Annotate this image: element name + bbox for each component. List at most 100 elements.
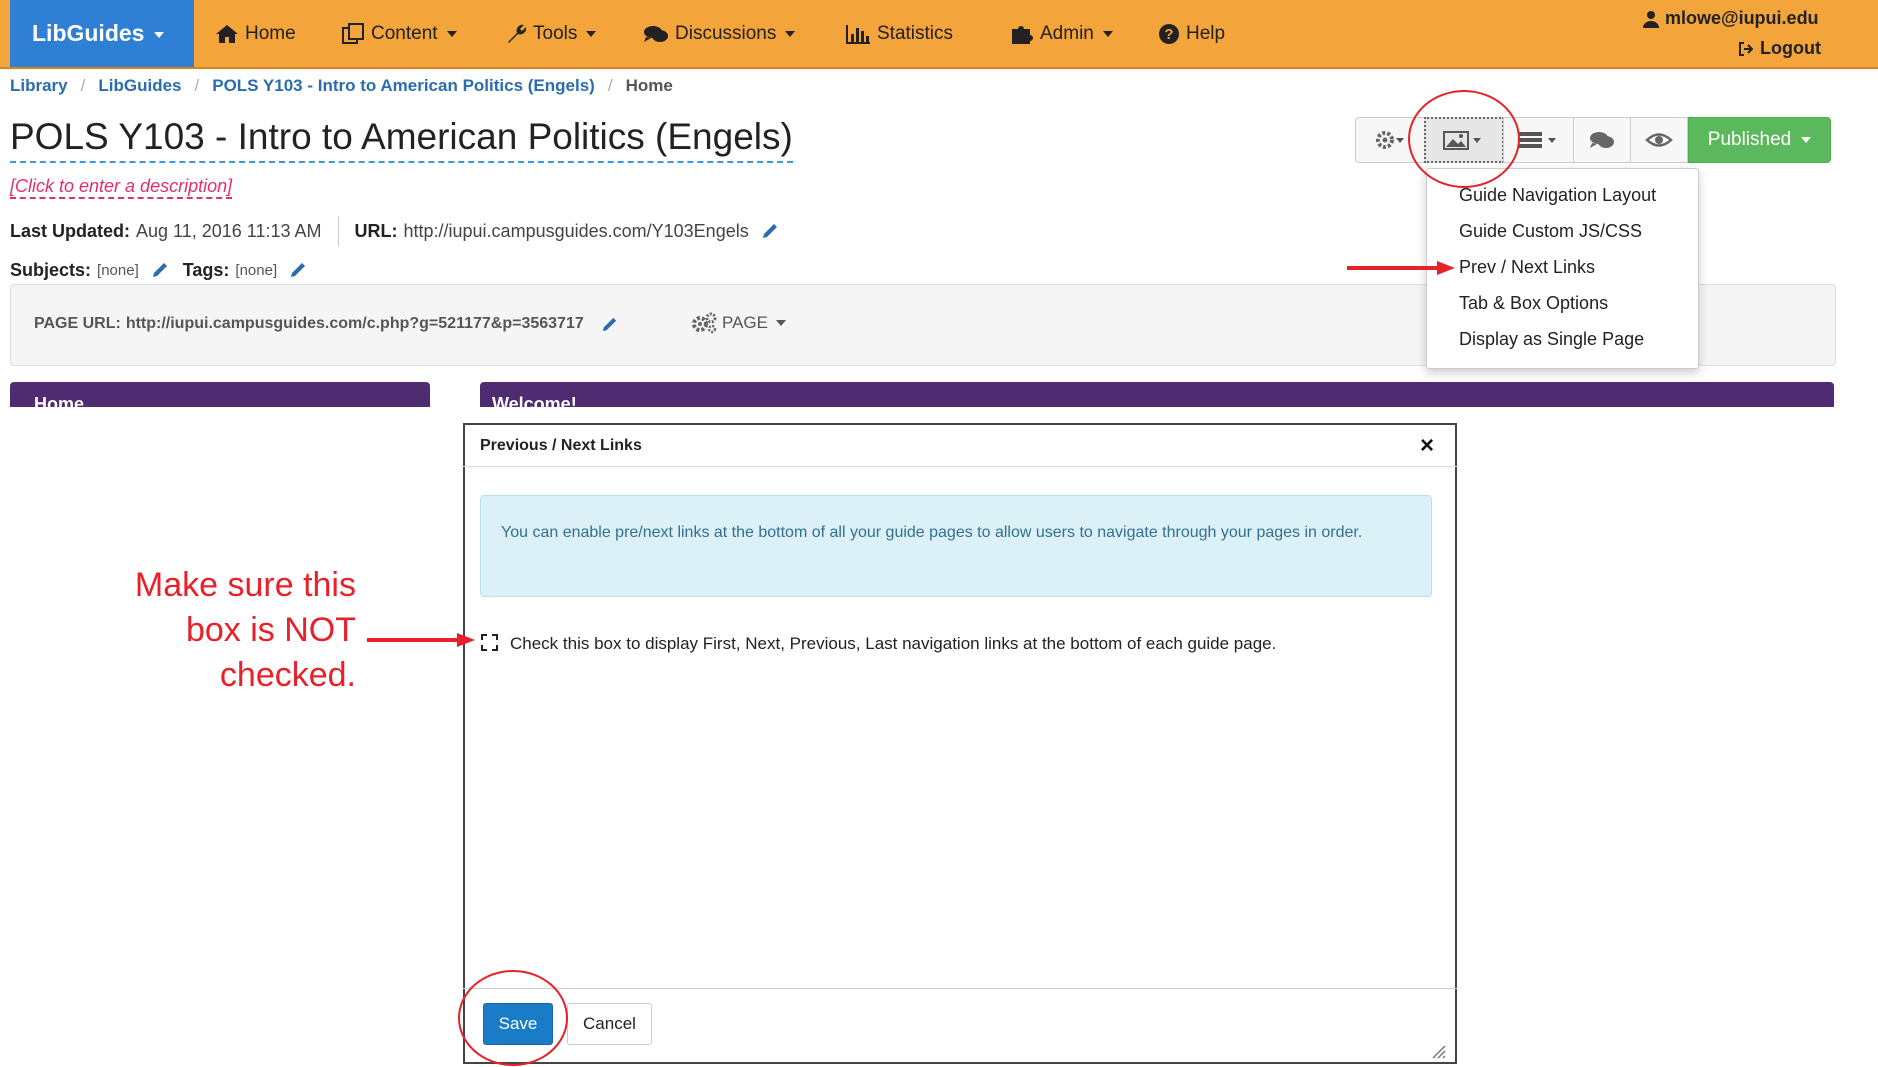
brand-label: LibGuides (32, 20, 145, 46)
logout-link[interactable]: Logout (1738, 38, 1821, 59)
modal-footer-divider (463, 988, 1457, 989)
menu-item-guide-custom-js-css[interactable]: Guide Custom JS/CSS (1459, 221, 1642, 242)
cancel-button[interactable]: Cancel (567, 1003, 652, 1045)
libguides-menu-button[interactable]: LibGuides (10, 0, 194, 67)
nav-home[interactable]: Home (215, 0, 296, 67)
tags-label: Tags: (182, 259, 230, 280)
list-icon (1517, 132, 1556, 148)
nav-home-label: Home (245, 23, 296, 44)
breadcrumb-libguides[interactable]: LibGuides (98, 76, 181, 96)
last-updated-label: Last Updated: (10, 220, 131, 241)
left-box-header: Home (10, 382, 430, 407)
page-url-row: PAGE URL: http://iupui.campusguides.com/… (34, 315, 618, 333)
nav-links-checkbox-label[interactable]: Check this box to display First, Next, P… (510, 634, 1276, 654)
published-label: Published (1707, 129, 1792, 150)
svg-text:?: ? (1164, 26, 1173, 43)
chevron-down-icon (775, 320, 786, 326)
annotation-line: box is NOT (185, 611, 356, 649)
content-icon (342, 22, 364, 44)
edit-page-url-pencil-icon[interactable] (601, 316, 618, 333)
comments-icon (1590, 132, 1614, 148)
nav-links-checkbox[interactable] (481, 634, 498, 651)
nav-discussions[interactable]: Discussions (643, 0, 796, 67)
help-icon: ? (1159, 23, 1179, 44)
edit-tags-pencil-icon[interactable] (289, 261, 307, 279)
last-updated-value: Aug 11, 2016 11:13 AM (136, 220, 322, 241)
annotation-note: Make sure this box is NOT checked. (100, 563, 356, 698)
guide-preview-button[interactable] (1630, 117, 1688, 163)
guide-discussion-button[interactable] (1573, 117, 1631, 163)
annotation-arrow-checkbox-icon (367, 633, 475, 647)
menu-item-guide-navigation-layout[interactable]: Guide Navigation Layout (1459, 185, 1656, 206)
logout-label: Logout (1760, 38, 1821, 58)
nav-discussions-label: Discussions (675, 23, 777, 44)
nav-tools[interactable]: Tools (505, 0, 597, 67)
chevron-down-icon (1102, 30, 1113, 37)
gears-icon (692, 312, 717, 334)
annotation-arrow-prev-next-icon (1347, 261, 1455, 275)
breadcrumb: Library / LibGuides / POLS Y103 - Intro … (10, 76, 673, 96)
nav-admin[interactable]: Admin (1010, 0, 1113, 67)
breadcrumb-separator: / (607, 76, 613, 95)
nav-admin-label: Admin (1040, 23, 1094, 44)
chevron-down-icon (154, 31, 165, 38)
page-menu-label: PAGE (722, 313, 768, 332)
breadcrumb-library[interactable]: Library (10, 76, 68, 96)
guide-description[interactable]: [Click to enter a description] (10, 175, 233, 199)
nav-help-label: Help (1186, 23, 1226, 44)
nav-statistics-label: Statistics (877, 23, 954, 44)
chevron-down-icon (1801, 137, 1812, 143)
page-menu-button[interactable]: PAGE (691, 312, 786, 334)
nav-content[interactable]: Content (341, 0, 457, 67)
published-status-button[interactable]: Published (1688, 117, 1831, 163)
eye-icon (1645, 133, 1673, 147)
close-icon[interactable]: × (1420, 432, 1434, 460)
wrench-icon (508, 24, 527, 43)
edit-url-pencil-icon[interactable] (761, 222, 779, 240)
nav-statistics[interactable]: Statistics (845, 0, 953, 67)
edit-subjects-pencil-icon[interactable] (151, 261, 169, 279)
page-url-label: PAGE URL: (34, 315, 121, 332)
menu-item-tab-box-options[interactable]: Tab & Box Options (1459, 293, 1608, 314)
subjects-value: [none] (97, 261, 139, 279)
user-account-link[interactable]: mlowe@iupui.edu (1643, 8, 1819, 29)
user-icon (1643, 10, 1659, 28)
chevron-down-icon (785, 30, 796, 37)
right-box-header: Welcome! (480, 382, 1834, 407)
nav-help[interactable]: ? Help (1158, 0, 1225, 67)
divider (337, 216, 339, 246)
tags-value: [none] (235, 261, 278, 279)
nav-content-label: Content (371, 23, 438, 44)
page-url-value: http://iupui.campusguides.com/c.php?g=52… (125, 315, 584, 332)
subjects-label: Subjects: (10, 259, 92, 280)
guide-url: http://iupui.campusguides.com/Y103Engels (403, 220, 749, 241)
layout-dropdown-menu: Guide Navigation Layout Guide Custom JS/… (1426, 168, 1699, 369)
annotation-circle-save-button (458, 970, 568, 1066)
breadcrumb-separator: / (80, 76, 86, 95)
menu-item-display-single-page[interactable]: Display as Single Page (1459, 329, 1644, 350)
annotation-line: checked. (219, 656, 356, 694)
bar-chart-icon (846, 24, 870, 44)
info-alert-text: You can enable pre/next links at the bot… (501, 524, 1363, 541)
home-icon (216, 24, 238, 43)
gear-icon (1376, 131, 1404, 149)
right-box-title: Welcome! (492, 394, 577, 407)
resize-handle-icon[interactable] (1429, 1042, 1447, 1060)
breadcrumb-guide[interactable]: POLS Y103 - Intro to American Politics (… (212, 76, 595, 96)
guide-title[interactable]: POLS Y103 - Intro to American Politics (… (10, 115, 793, 163)
logout-icon (1739, 41, 1754, 56)
guide-meta-row: Last Updated: Aug 11, 2016 11:13 AM URL:… (10, 216, 779, 246)
breadcrumb-separator: / (194, 76, 200, 95)
chevron-down-icon (586, 30, 597, 37)
nav-tools-label: Tools (533, 23, 578, 44)
annotation-line: Make sure this (134, 566, 356, 604)
puzzle-icon (1012, 25, 1033, 44)
user-email-label: mlowe@iupui.edu (1665, 8, 1819, 28)
chat-icon (644, 25, 668, 42)
menu-item-prev-next-links[interactable]: Prev / Next Links (1459, 257, 1595, 278)
breadcrumb-current: Home (625, 76, 673, 95)
modal-title: Previous / Next Links (480, 437, 642, 454)
subjects-tags-row: Subjects: [none] Tags: [none] (10, 257, 307, 283)
chevron-down-icon (446, 30, 457, 37)
url-label: URL: (354, 220, 398, 241)
